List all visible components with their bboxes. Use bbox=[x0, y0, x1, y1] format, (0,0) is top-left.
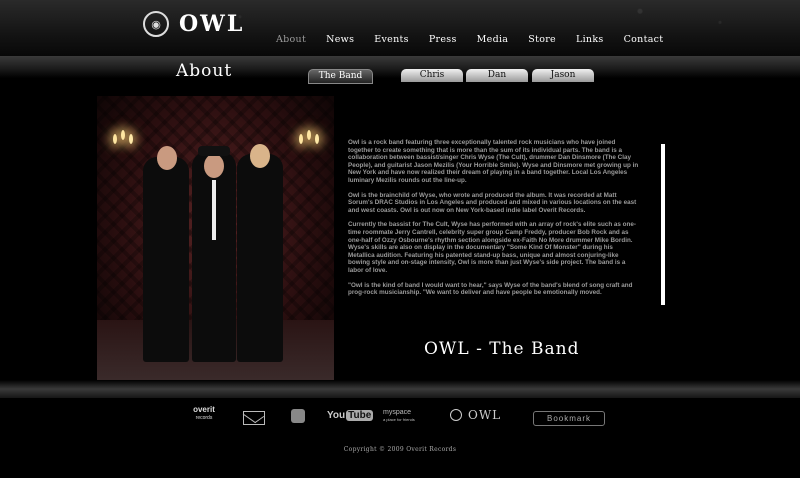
nav-press[interactable]: Press bbox=[429, 34, 457, 45]
rss-icon[interactable] bbox=[291, 409, 305, 423]
owl-footer-label: OWL bbox=[468, 408, 502, 422]
about-paragraph: "Owl is the kind of band I would want to… bbox=[348, 281, 633, 297]
about-paragraph: Owl is the brainchild of Wyse, who wrote… bbox=[348, 191, 637, 214]
tie-icon bbox=[212, 180, 216, 240]
main-nav: About News Events Press Media Store Link… bbox=[276, 34, 683, 45]
nav-contact[interactable]: Contact bbox=[624, 34, 664, 45]
myspace-label: myspace bbox=[383, 409, 412, 416]
nav-media[interactable]: Media bbox=[477, 34, 509, 45]
about-paragraph: Owl is a rock band featuring three excep… bbox=[348, 139, 639, 184]
text-scrollbar[interactable] bbox=[661, 144, 665, 305]
overit-records-logo[interactable]: overit records bbox=[188, 406, 220, 422]
bookmark-button[interactable]: Bookmark bbox=[533, 411, 605, 426]
band-member-figure bbox=[143, 157, 189, 362]
youtube-icon[interactable]: You Tube bbox=[327, 410, 374, 421]
candle-right-icon bbox=[297, 128, 319, 170]
overit-label: overit bbox=[193, 405, 215, 414]
band-member-figure bbox=[237, 154, 283, 362]
youtube-label-box: Tube bbox=[346, 410, 374, 421]
owl-badge-icon: ◉ bbox=[143, 11, 169, 37]
nav-events[interactable]: Events bbox=[374, 34, 409, 45]
about-paragraph: Currently the bassist for The Cult, Wyse… bbox=[348, 221, 636, 274]
myspace-sub: a place for friends bbox=[383, 417, 415, 422]
footer-bar bbox=[0, 380, 800, 398]
tab-the-band[interactable]: The Band bbox=[308, 69, 373, 84]
owl-logo[interactable]: ◉ OWL bbox=[143, 11, 244, 37]
tab-dan[interactable]: Dan bbox=[466, 69, 528, 82]
logo-text: OWL bbox=[179, 11, 245, 37]
owl-badge-icon bbox=[450, 409, 462, 421]
band-member-head bbox=[157, 146, 177, 170]
youtube-label: You bbox=[327, 410, 346, 421]
nav-about[interactable]: About bbox=[276, 34, 306, 45]
subheader-bar bbox=[0, 56, 800, 78]
overit-sub: records bbox=[195, 415, 213, 421]
hat-icon bbox=[198, 146, 230, 156]
band-title: OWL - The Band bbox=[424, 339, 580, 359]
about-text: Owl is a rock band featuring three excep… bbox=[348, 139, 640, 302]
nav-links[interactable]: Links bbox=[576, 34, 604, 45]
candle-left-icon bbox=[111, 128, 133, 170]
header: ◉ OWL About News Events Press Media Stor… bbox=[0, 0, 800, 56]
band-member-head bbox=[250, 144, 270, 168]
page-title: About bbox=[176, 61, 233, 81]
myspace-icon[interactable]: myspace a place for friends bbox=[383, 409, 415, 423]
nav-store[interactable]: Store bbox=[528, 34, 556, 45]
tab-chris[interactable]: Chris bbox=[401, 69, 463, 82]
band-member-head bbox=[204, 154, 224, 178]
tab-jason[interactable]: Jason bbox=[532, 69, 594, 82]
band-photo bbox=[97, 96, 334, 380]
email-icon[interactable] bbox=[243, 411, 265, 425]
copyright-text: Copyright © 2009 Overit Records bbox=[343, 446, 457, 453]
header-texture bbox=[0, 0, 800, 56]
nav-news[interactable]: News bbox=[326, 34, 354, 45]
owl-footer-logo[interactable]: OWL bbox=[450, 408, 501, 422]
